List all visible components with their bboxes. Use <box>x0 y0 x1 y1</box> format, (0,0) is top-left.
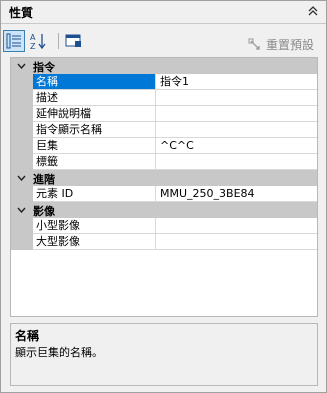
property-value[interactable] <box>156 90 317 106</box>
categorized-icon <box>6 33 21 49</box>
property-row[interactable]: 名稱 指令1 <box>11 74 317 90</box>
property-name[interactable]: 大型影像 <box>33 234 156 250</box>
property-value[interactable]: ^C^C <box>156 138 317 154</box>
property-value[interactable] <box>156 218 317 234</box>
categorized-view-button[interactable] <box>3 30 25 52</box>
property-grid: 指令 名稱 指令1 描述 延伸說明檔 指令顯示名稱 巨集 ^C^C 標籤 進階 … <box>10 57 318 317</box>
property-row[interactable]: 指令顯示名稱 <box>11 122 317 138</box>
toolbar: A Z 重置預設 <box>1 24 326 56</box>
property-pages-button[interactable] <box>63 30 85 52</box>
property-name[interactable]: 延伸說明檔 <box>33 106 156 122</box>
property-row[interactable]: 描述 <box>11 90 317 106</box>
property-value[interactable]: MMU_250_3BE84 <box>156 186 317 202</box>
property-name[interactable]: 小型影像 <box>33 218 156 234</box>
sort-az-icon: A Z <box>30 33 46 50</box>
collapse-chevron-icon[interactable] <box>15 170 27 186</box>
category-label: 指令 <box>33 61 55 74</box>
property-name[interactable]: 巨集 <box>33 138 156 154</box>
property-value[interactable] <box>156 154 317 170</box>
property-name[interactable]: 名稱 <box>33 74 156 90</box>
property-name[interactable]: 元素 ID <box>33 186 156 202</box>
property-name[interactable]: 指令顯示名稱 <box>33 122 156 138</box>
property-value[interactable]: 指令1 <box>156 74 317 90</box>
help-description: 顯示巨集的名稱。 <box>15 346 103 359</box>
help-pane: 名稱 顯示巨集的名稱。 <box>10 323 318 386</box>
reset-label: 重置預設 <box>265 38 314 52</box>
toolbar-separator <box>58 33 59 49</box>
property-row[interactable]: 巨集 ^C^C <box>11 138 317 154</box>
property-row[interactable]: 標籤 <box>11 154 317 170</box>
svg-text:A: A <box>30 33 36 42</box>
properties-panel: 性質 A Z 重置預設 指令 名稱 指令1 描述 延伸說明檔 指令顯示名稱 巨集… <box>0 0 327 393</box>
property-row[interactable]: 小型影像 <box>11 218 317 234</box>
category-label: 影像 <box>33 205 55 218</box>
property-name[interactable]: 描述 <box>33 90 156 106</box>
property-row[interactable]: 延伸說明檔 <box>11 106 317 122</box>
category-command[interactable]: 指令 <box>11 58 317 74</box>
reset-default-button[interactable]: 重置預設 <box>248 36 314 53</box>
property-value[interactable] <box>156 122 317 138</box>
svg-text:Z: Z <box>30 42 36 50</box>
property-pages-icon <box>65 34 81 47</box>
property-row[interactable]: 元素 ID MMU_250_3BE84 <box>11 186 317 202</box>
collapse-icon[interactable] <box>306 4 320 18</box>
property-value[interactable] <box>156 234 317 250</box>
property-value[interactable] <box>156 106 317 122</box>
collapse-chevron-icon[interactable] <box>15 202 27 218</box>
property-row[interactable]: 大型影像 <box>11 234 317 250</box>
alphabetical-view-button[interactable]: A Z <box>27 30 49 52</box>
help-title: 名稱 <box>15 329 40 343</box>
category-label: 進階 <box>33 173 55 186</box>
category-image[interactable]: 影像 <box>11 202 317 218</box>
panel-title: 性質 <box>9 6 34 20</box>
reset-icon <box>248 38 260 50</box>
collapse-chevron-icon[interactable] <box>15 58 27 74</box>
category-advanced[interactable]: 進階 <box>11 170 317 186</box>
panel-titlebar: 性質 <box>1 1 326 24</box>
property-name[interactable]: 標籤 <box>33 154 156 170</box>
